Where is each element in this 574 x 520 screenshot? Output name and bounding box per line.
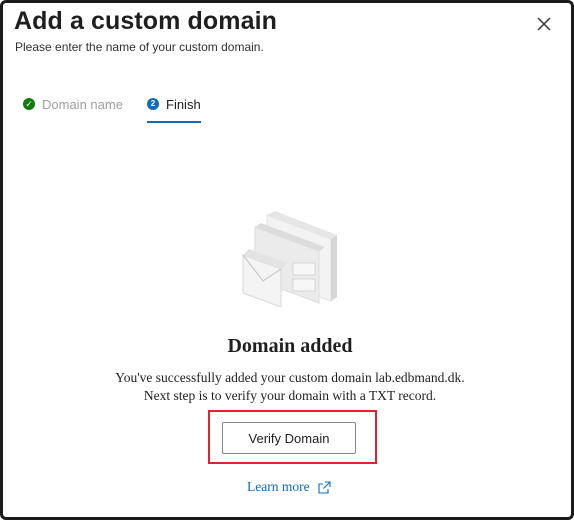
custom-domain-dialog: Add a custom domain Please enter the nam… xyxy=(0,0,574,520)
learn-more-label: Learn more xyxy=(247,479,310,494)
step-finish[interactable]: 2 Finish xyxy=(147,89,201,123)
step-domain-name[interactable]: ✓ Domain name xyxy=(23,89,123,119)
success-message-line-1: You've successfully added your custom do… xyxy=(115,370,465,385)
step-domain-name-label: Domain name xyxy=(42,96,123,112)
close-icon[interactable] xyxy=(535,15,553,33)
success-heading: Domain added xyxy=(227,335,353,357)
step-finish-label: Finish xyxy=(166,96,201,112)
checkmark-icon: ✓ xyxy=(23,98,35,110)
verify-domain-button[interactable]: Verify Domain xyxy=(222,422,356,454)
external-link-icon xyxy=(318,480,331,494)
success-message: You've successfully added your custom do… xyxy=(3,369,574,405)
learn-more-link[interactable]: Learn more xyxy=(247,479,331,495)
dialog-subtitle: Please enter the name of your custom dom… xyxy=(15,40,264,54)
success-message-line-2: Next step is to verify your domain with … xyxy=(143,388,437,403)
dialog-title: Add a custom domain xyxy=(14,7,278,35)
step-number-icon: 2 xyxy=(147,98,159,110)
domain-documents-illustration xyxy=(242,211,337,307)
